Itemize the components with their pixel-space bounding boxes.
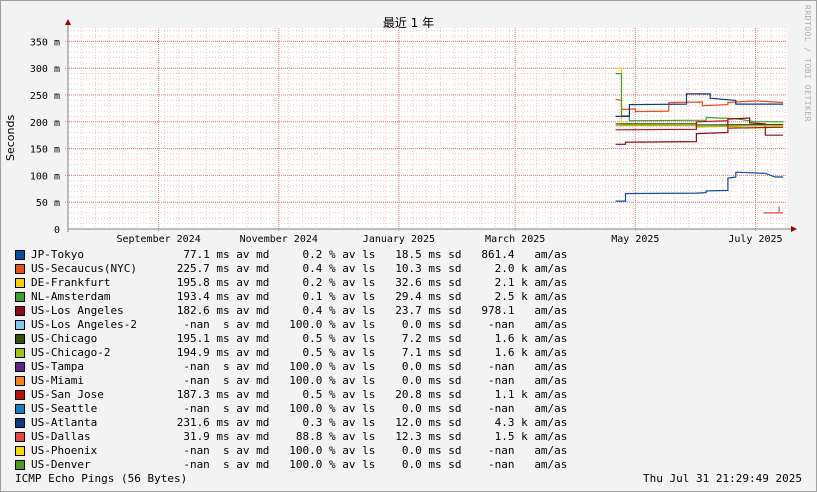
legend-text: US-Los Angeles-2 -nan s av md 100.0 % av…	[31, 318, 568, 331]
legend-text: US-Chicago-2 194.9 ms av md 0.5 % av ls …	[31, 346, 568, 359]
legend-swatch	[15, 264, 25, 274]
legend-swatch	[15, 376, 25, 386]
legend-swatch	[15, 404, 25, 414]
x-tick-label: March 2025	[485, 234, 545, 245]
legend-text: US-Dallas 31.9 ms av md 88.8 % av ls 12.…	[31, 430, 568, 443]
legend-swatch	[15, 460, 25, 470]
y-tick-label: 250 m	[30, 91, 60, 102]
legend-swatch	[15, 446, 25, 456]
legend-text: US-Tampa -nan s av md 100.0 % av ls 0.0 …	[31, 360, 568, 373]
y-tick-label: 150 m	[30, 145, 60, 156]
legend-swatch	[15, 320, 25, 330]
legend-swatch	[15, 292, 25, 302]
legend-swatch	[15, 390, 25, 400]
legend-text: US-Miami -nan s av md 100.0 % av ls 0.0 …	[31, 374, 568, 387]
legend-swatch	[15, 418, 25, 428]
legend-text: DE-Frankfurt 195.8 ms av md 0.2 % av ls …	[31, 276, 568, 289]
footer-caption: ICMP Echo Pings (56 Bytes)	[15, 472, 188, 485]
legend-text: JP-Tokyo 77.1 ms av md 0.2 % av ls 18.5 …	[31, 248, 568, 261]
y-axis-arrow	[65, 19, 71, 25]
legend-text: US-Secaucus(NYC) 225.7 ms av md 0.4 % av…	[31, 262, 568, 275]
legend-text: NL-Amsterdam 193.4 ms av md 0.1 % av ls …	[31, 290, 568, 303]
x-tick-label: January 2025	[363, 234, 435, 245]
legend-swatch	[15, 250, 25, 260]
y-tick-label: 200 m	[30, 118, 60, 129]
x-tick-label: July 2025	[728, 234, 782, 245]
y-tick-label: 350 m	[30, 37, 60, 48]
legend-text: US-Seattle -nan s av md 100.0 % av ls 0.…	[31, 402, 568, 415]
legend-text: US-Atlanta 231.6 ms av md 0.3 % av ls 12…	[31, 416, 568, 429]
y-tick-label: 100 m	[30, 171, 60, 182]
legend-text: US-Denver -nan s av md 100.0 % av ls 0.0…	[31, 458, 568, 471]
legend-swatch	[15, 278, 25, 288]
plot-background	[68, 28, 787, 229]
y-tick-label: 300 m	[30, 64, 60, 75]
x-tick-label: September 2024	[116, 234, 200, 245]
legend-text: US-Phoenix -nan s av md 100.0 % av ls 0.…	[31, 444, 568, 457]
y-tick-label: 50 m	[36, 198, 60, 209]
footer-timestamp: Thu Jul 31 21:29:49 2025	[643, 472, 802, 485]
legend-swatch	[15, 348, 25, 358]
x-tick-label: May 2025	[611, 234, 659, 245]
graph-frame: 最近 1 年 Seconds RRDTOOL / TOBI OETIKER 05…	[0, 0, 817, 492]
y-tick-label: 0	[54, 225, 60, 236]
legend-text: US-Chicago 195.1 ms av md 0.5 % av ls 7.…	[31, 332, 568, 345]
legend-swatch	[15, 334, 25, 344]
x-tick-label: November 2024	[240, 234, 318, 245]
legend-text: US-San Jose 187.3 ms av md 0.5 % av ls 2…	[31, 388, 568, 401]
legend-swatch	[15, 306, 25, 316]
legend-text: US-Los Angeles 182.6 ms av md 0.4 % av l…	[31, 304, 568, 317]
legend-swatch	[15, 432, 25, 442]
legend-swatch	[15, 362, 25, 372]
x-axis-arrow	[791, 226, 797, 232]
